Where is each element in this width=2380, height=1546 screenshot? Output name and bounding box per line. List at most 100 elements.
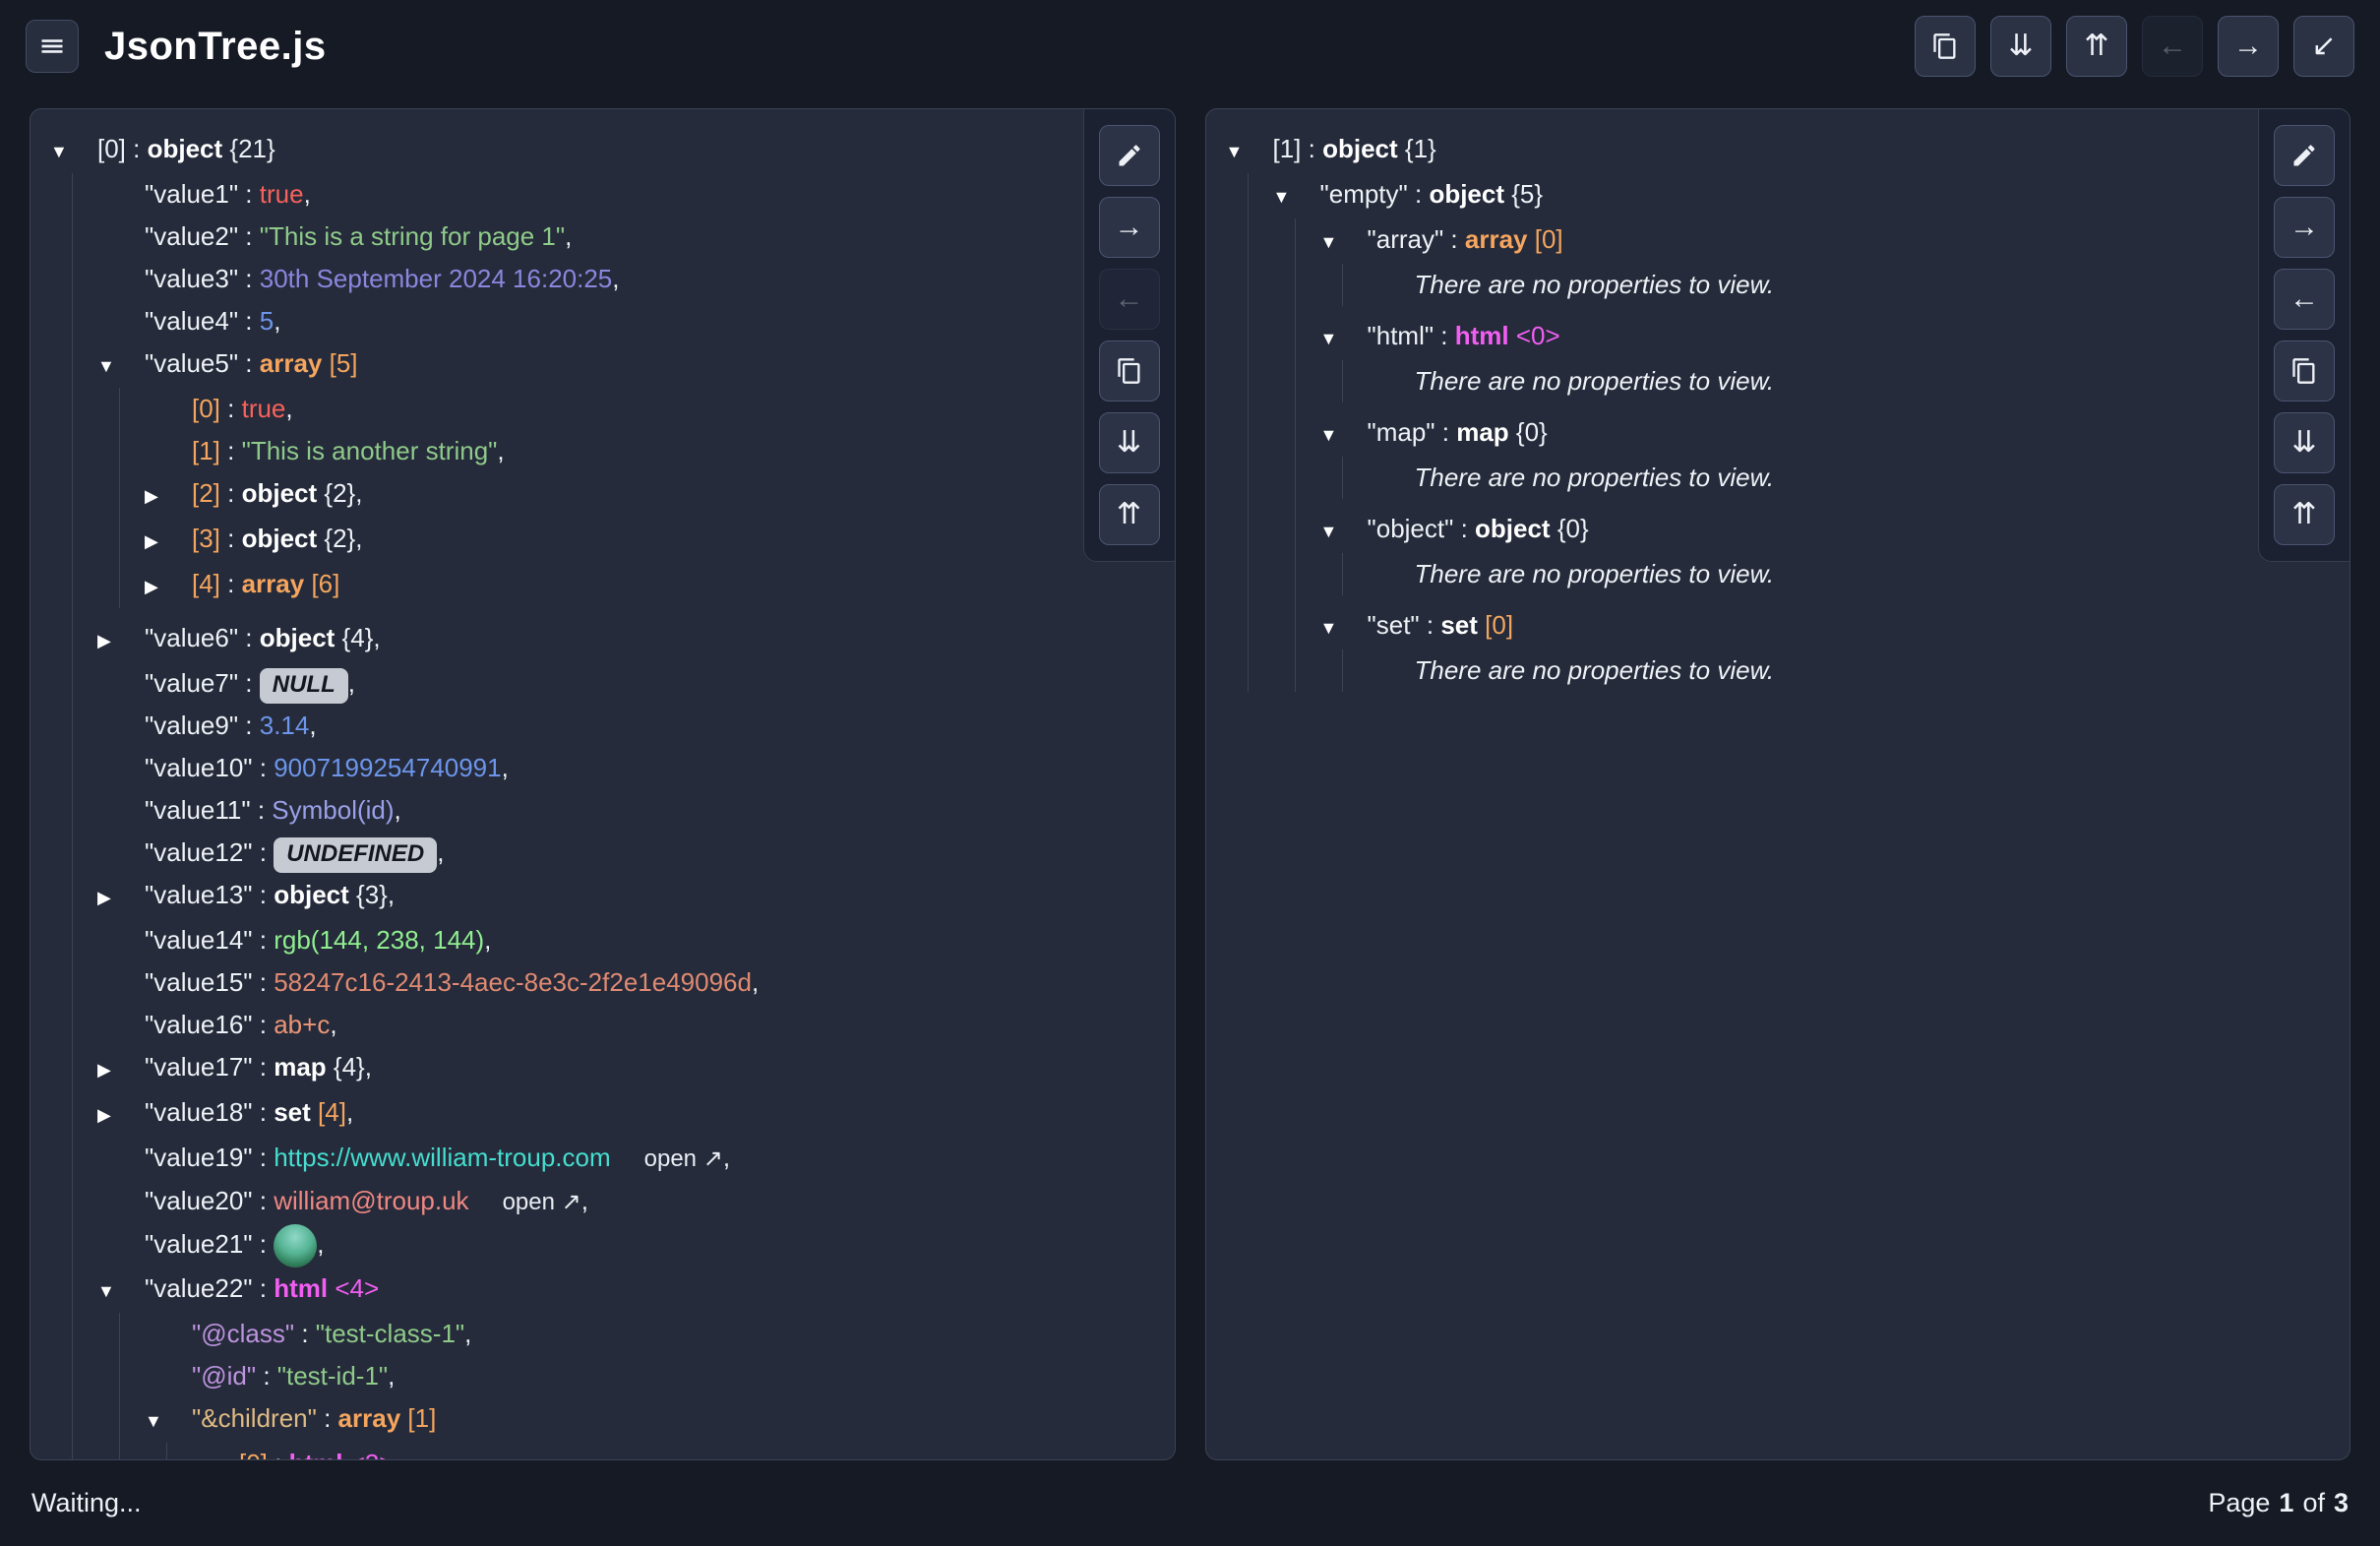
tree-row: "value3" : 30th September 2024 16:20:25, — [97, 258, 1175, 300]
segment-color: rgb(144, 238, 144) — [274, 925, 484, 955]
close-all-button[interactable]: ⇈ — [2274, 484, 2335, 545]
collapse-toggle-icon[interactable]: ▼ — [50, 142, 68, 161]
collapse-toggle-icon[interactable]: ▼ — [192, 1456, 210, 1460]
tree-children: [0] : true,[1] : "This is another string… — [119, 388, 1175, 608]
collapse-toggle-icon[interactable]: ▼ — [97, 356, 115, 376]
move-left-button[interactable]: ← — [2274, 269, 2335, 330]
collapse-toggle-icon[interactable]: ▼ — [97, 1281, 115, 1301]
segment-noprops: There are no properties to view. — [1415, 463, 1775, 492]
expand-toggle-icon[interactable]: ▶ — [97, 888, 111, 907]
segment-plain: : — [1453, 514, 1475, 543]
segment-kw-html: html — [289, 1449, 343, 1460]
segment-plain: , — [355, 524, 362, 553]
open-all-button[interactable]: ⇊ — [1099, 412, 1160, 473]
tree-row: ▼"set" : set [0] — [1320, 604, 2350, 649]
arrow-box: ▼ — [1320, 411, 1368, 457]
tree-row: "value2" : "This is a string for page 1"… — [97, 216, 1175, 258]
segment-number: 3.14 — [260, 711, 310, 740]
next-page-button[interactable]: → — [2218, 16, 2279, 77]
segment-plain: , — [317, 1229, 324, 1259]
copy-all-button[interactable] — [1915, 16, 1976, 77]
segment-index: [3] — [192, 524, 220, 553]
tree-children: There are no properties to view. — [1342, 264, 2350, 306]
panel-controls-1: → ← ⇊ ⇈ — [1083, 108, 1176, 562]
segment-plain: {2} — [317, 478, 355, 508]
tree-row: ▼"html" : html <0> — [1320, 315, 2350, 360]
close-all-button[interactable]: ⇈ — [2066, 16, 2127, 77]
move-left-button[interactable]: ← — [1099, 269, 1160, 330]
segment-plain: : — [317, 1403, 338, 1433]
collapse-toggle-icon[interactable]: ▼ — [145, 1411, 162, 1431]
segment-key: "value14" — [145, 925, 253, 955]
segment-key: "value18" — [145, 1097, 253, 1127]
expand-toggle-icon[interactable]: ▶ — [145, 577, 158, 596]
edit-button[interactable] — [1099, 125, 1160, 186]
move-right-button[interactable]: → — [1099, 197, 1160, 258]
segment-plain: : — [238, 264, 260, 293]
tree-row: "@id" : "test-id-1", — [145, 1355, 1175, 1397]
tree-row: ▶[3] : object {2}, — [145, 518, 1175, 563]
segment-plain: : — [294, 1319, 316, 1348]
move-right-button[interactable]: → — [2274, 197, 2335, 258]
json-panel-2: ▼[1] : object {1}▼"empty" : object {5}▼"… — [1205, 108, 2351, 1460]
open-link[interactable]: open ↗ — [644, 1145, 723, 1172]
double-up-arrow-icon: ⇈ — [1117, 500, 1141, 529]
segment-plain: , — [464, 1319, 471, 1348]
open-all-button[interactable]: ⇊ — [1990, 16, 2051, 77]
segment-plain: , — [373, 623, 380, 652]
tree-children: There are no properties to view. — [1342, 649, 2350, 692]
tree-row: ▶[4] : array [6] — [145, 563, 1175, 608]
segment-kw: object — [1429, 179, 1504, 209]
segment-plain: , — [309, 711, 316, 740]
segment-email: william@troup.uk — [274, 1186, 468, 1215]
segment-string: "test-class-1" — [316, 1319, 464, 1348]
open-all-button[interactable]: ⇊ — [2274, 412, 2335, 473]
collapse-toggle-icon[interactable]: ▼ — [1273, 187, 1291, 207]
expand-toggle-icon[interactable]: ▶ — [97, 631, 111, 650]
segment-plain: {0} — [1509, 417, 1548, 447]
segment-arr: [0] — [1485, 610, 1513, 640]
segment-kw: object — [1475, 514, 1551, 543]
tree-row: "value20" : william@troup.ukopen ↗, — [97, 1180, 1175, 1223]
copy-button[interactable] — [1099, 340, 1160, 402]
segment-plain: : — [238, 306, 260, 336]
segment-date: 30th September 2024 16:20:25 — [260, 264, 613, 293]
segment-plain: : — [238, 179, 260, 209]
segment-plain: , — [348, 668, 355, 698]
menu-button[interactable] — [26, 20, 79, 73]
collapse-toggle-icon[interactable]: ▼ — [1320, 232, 1338, 252]
copy-icon — [1931, 32, 1959, 60]
double-down-arrow-icon: ⇊ — [1117, 428, 1141, 458]
segment-kw: object — [274, 880, 349, 909]
segment-plain: , — [437, 837, 444, 867]
expand-toggle-icon[interactable]: ▶ — [145, 486, 158, 506]
segment-plain: : — [126, 134, 148, 163]
tree-row: ▼"object" : object {0} — [1320, 508, 2350, 553]
expand-toggle-icon[interactable]: ▶ — [97, 1060, 111, 1080]
open-link[interactable]: open ↗ — [503, 1189, 581, 1215]
segment-key: "value4" — [145, 306, 238, 336]
collapse-toggle-icon[interactable]: ▼ — [1320, 425, 1338, 445]
collapse-toggle-icon[interactable]: ▼ — [1320, 618, 1338, 638]
close-all-button[interactable]: ⇈ — [1099, 484, 1160, 545]
segment-plain: : — [1301, 134, 1322, 163]
segment-index: [1] — [192, 436, 220, 465]
tree-row: There are no properties to view. — [1368, 264, 2350, 306]
segment-key: "value20" — [145, 1186, 253, 1215]
previous-page-button[interactable]: ← — [2142, 16, 2203, 77]
segment-key: "value22" — [145, 1273, 253, 1303]
copy-button[interactable] — [2274, 340, 2335, 402]
collapse-toggle-icon[interactable]: ▼ — [1226, 142, 1244, 161]
tree-row: "value9" : 3.14, — [97, 705, 1175, 747]
fullscreen-toggle-button[interactable]: ↙ — [2293, 16, 2354, 77]
edit-button[interactable] — [2274, 125, 2335, 186]
status-text: Waiting... — [31, 1488, 142, 1518]
segment-arr: [4] — [318, 1097, 346, 1127]
segment-kw-array: array — [260, 348, 323, 378]
tree-children: There are no properties to view. — [1342, 360, 2350, 402]
expand-toggle-icon[interactable]: ▶ — [97, 1105, 111, 1125]
collapse-toggle-icon[interactable]: ▼ — [1320, 329, 1338, 348]
expand-toggle-icon[interactable]: ▶ — [145, 531, 158, 551]
collapse-toggle-icon[interactable]: ▼ — [1320, 522, 1338, 541]
segment-plain: : — [253, 1229, 275, 1259]
